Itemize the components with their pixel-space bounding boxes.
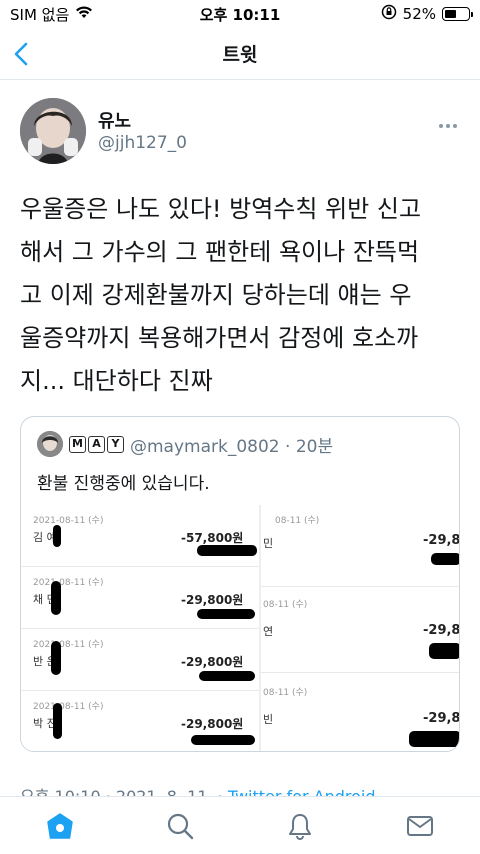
battery-fill (445, 10, 456, 18)
tab-home[interactable] (30, 801, 90, 851)
wifi-icon (75, 5, 93, 23)
payment-row: 08-11 (수) 민 -29,80 (261, 505, 460, 587)
redaction-mark (431, 553, 459, 565)
redaction-mark (409, 731, 459, 747)
orientation-lock-icon (381, 4, 397, 24)
redaction-mark (53, 525, 61, 547)
payment-row: 08-11 (수) 빈 -29,80 (261, 673, 460, 751)
bell-icon (289, 813, 311, 840)
author-name[interactable]: 유노 (98, 107, 131, 133)
redaction-mark (197, 609, 255, 619)
tweet-line: 우울증은 나도 있다! 방역수칙 위반 신고 (20, 195, 422, 223)
carrier-label: SIM 없음 (10, 5, 70, 24)
payment-date: 2021-08-11 (수) (33, 516, 104, 526)
payment-amount: -29,80 (423, 623, 460, 638)
status-bar: 오후 10:11 SIM 없음 52% (0, 0, 480, 28)
redaction-mark (197, 545, 257, 556)
tab-bar (0, 796, 480, 854)
quote-name-letter: Y (107, 435, 124, 453)
payment-row: 2021-08-11 (수) 반 운 -29,800원 (21, 629, 259, 691)
more-options-button[interactable] (438, 110, 458, 134)
redaction-mark (191, 735, 255, 745)
battery-percent: 52% (402, 5, 436, 23)
payment-amount: -29,800원 (181, 655, 244, 669)
payment-date: 08-11 (수) (275, 516, 320, 526)
payment-date: 2021-08-11 (수) (33, 640, 104, 650)
quote-image[interactable]: 2021-08-11 (수) 김 예 -57,800원 2021-08-11 (… (21, 505, 460, 751)
quoted-tweet[interactable]: M A Y @maymark_0802 · 20분 환불 진행중에 있습니다. … (20, 416, 460, 752)
redaction-mark (51, 641, 61, 675)
tweet-line: 고 이제 강제환불까지 당하는데 얘는 우 (20, 281, 412, 309)
payment-date: 08-11 (수) (263, 600, 308, 610)
nav-bar: 트윗 (0, 28, 480, 80)
chevron-left-icon (14, 42, 28, 66)
tweet-line: 울증약까지 복용해가면서 감정에 호소까 (20, 324, 419, 352)
image-right-panel: 08-11 (수) 민 -29,80 08-11 (수) 연 -29,80 08… (261, 505, 460, 751)
tweet-text: 우울증은 나도 있다! 방역수칙 위반 신고 해서 그 가수의 그 팬한테 욕이… (20, 188, 466, 403)
redaction-mark (51, 581, 61, 615)
tweet-line: 지... 대단하다 진짜 (20, 367, 213, 395)
author-handle[interactable]: @jjh127_0 (98, 133, 187, 153)
redaction-mark (199, 671, 255, 681)
avatar[interactable] (20, 98, 86, 164)
payment-date: 2021-08-11 (수) (33, 702, 104, 712)
quote-handle-time: @maymark_0802 · 20분 (130, 436, 334, 457)
redaction-mark (53, 703, 62, 739)
quote-author-name: M A Y (69, 435, 124, 453)
payment-row: 2021-08-11 (수) 김 예 -57,800원 (21, 505, 259, 567)
payment-amount: -29,800원 (181, 717, 244, 731)
payment-amount: -29,80 (423, 711, 460, 726)
page-title: 트윗 (222, 44, 258, 66)
image-left-panel: 2021-08-11 (수) 김 예 -57,800원 2021-08-11 (… (21, 505, 259, 751)
redaction-mark (429, 643, 459, 659)
search-icon (167, 813, 194, 839)
home-icon (47, 812, 73, 839)
payment-amount: -29,80 (423, 533, 460, 548)
payment-amount: -57,800원 (181, 531, 244, 545)
tab-search[interactable] (150, 801, 210, 851)
quote-name-letter: A (88, 435, 105, 453)
payment-row: 2021-08-11 (수) 박 진 -29,800원 (21, 691, 259, 751)
tab-messages[interactable] (390, 801, 450, 851)
quote-avatar (37, 431, 63, 457)
tab-notifications[interactable] (270, 801, 330, 851)
back-button[interactable] (14, 40, 38, 68)
quote-text: 환불 진행중에 있습니다. (37, 474, 210, 494)
payment-name: 민 (263, 537, 274, 550)
battery-icon (442, 7, 473, 21)
payment-amount: -29,800원 (181, 593, 244, 607)
payment-name: 연 (263, 625, 274, 638)
payment-date: 2021-08-11 (수) (33, 578, 104, 588)
payment-date: 08-11 (수) (263, 688, 308, 698)
more-icon (439, 124, 457, 128)
payment-row: 2021-08-11 (수) 채 민 -29,800원 (21, 567, 259, 629)
mail-icon (407, 815, 433, 836)
quote-name-letter: M (69, 435, 86, 453)
payment-name: 빈 (263, 713, 274, 726)
payment-row: 08-11 (수) 연 -29,80 (261, 587, 460, 673)
tweet-line: 해서 그 가수의 그 팬한테 욕이나 잔뜩먹 (20, 238, 420, 266)
